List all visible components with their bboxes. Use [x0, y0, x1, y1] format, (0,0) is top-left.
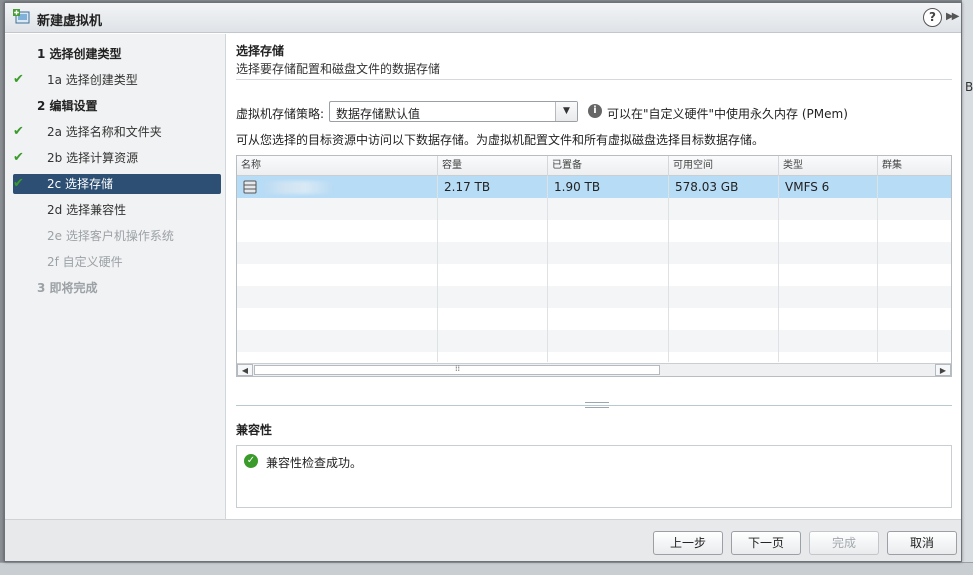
scroll-right-icon[interactable]: ▶	[935, 364, 951, 376]
column-header-cluster[interactable]: 群集	[878, 156, 951, 176]
compatibility-title: 兼容性	[236, 423, 273, 437]
dropdown-arrow-icon[interactable]: ▼	[555, 102, 577, 121]
finish-button: 完成	[809, 531, 879, 555]
storage-policy-value: 数据存储默认值	[336, 107, 421, 121]
scroll-left-icon[interactable]: ◀	[237, 364, 253, 376]
column-header-capacity[interactable]: 容量	[438, 156, 548, 176]
nav-step-2e: 2e 选择客户机操作系统	[13, 226, 221, 246]
horizontal-scrollbar[interactable]: ◀ ⁞⁞ ▶	[237, 363, 951, 376]
column-divider	[668, 176, 669, 362]
nav-step-label: 2b 选择计算资源	[47, 151, 139, 165]
back-button[interactable]: 上一步	[653, 531, 723, 555]
pmem-info-text: 可以在"自定义硬件"中使用永久内存 (PMem)	[607, 107, 848, 121]
nav-step-3: 3 即将完成	[13, 278, 221, 298]
page-description: 选择要存储配置和磁盘文件的数据存储	[236, 62, 441, 76]
nav-step-1[interactable]: 1 选择创建类型	[13, 44, 221, 64]
info-icon: i	[588, 104, 602, 118]
column-divider	[437, 176, 438, 362]
next-button[interactable]: 下一页	[731, 531, 801, 555]
storage-policy-select[interactable]: 数据存储默认值 ▼	[329, 101, 578, 122]
cell-capacity: 2.17 TB	[444, 180, 491, 194]
background-scrollbar	[0, 562, 973, 575]
nav-step-2a[interactable]: ✔ 2a 选择名称和文件夹	[13, 122, 221, 142]
column-divider	[547, 176, 548, 362]
cell-cluster	[878, 176, 884, 198]
nav-step-label: 2d 选择兼容性	[47, 203, 127, 217]
expand-icon[interactable]: ▶▶	[946, 11, 959, 22]
empty-row	[237, 264, 951, 286]
empty-row	[237, 242, 951, 264]
table-row[interactable]: 2.17 TB 1.90 TB 578.03 GB VMFS 6	[237, 176, 951, 198]
check-icon: ✔	[13, 72, 24, 87]
datastore-icon	[243, 180, 257, 194]
header-divider	[236, 79, 952, 80]
nav-step-label: 1a 选择创建类型	[47, 73, 138, 87]
compatibility-message: 兼容性检查成功。	[266, 456, 363, 470]
table-header: 名称 容量 已置备 可用空间 类型 群集	[237, 156, 951, 176]
datastore-table: 名称 容量 已置备 可用空间 类型 群集 2.17 TB 1.90 TB 578…	[236, 155, 952, 377]
nav-step-label: 2a 选择名称和文件夹	[47, 125, 162, 139]
new-vm-icon	[13, 9, 30, 24]
check-icon: ✔	[13, 150, 24, 165]
storage-policy-label: 虚拟机存储策略:	[236, 107, 325, 121]
help-icon[interactable]: ?	[923, 8, 942, 27]
column-header-name[interactable]: 名称	[237, 156, 438, 176]
datastore-access-note: 可从您选择的目标资源中访问以下数据存储。为虚拟机配置文件和所有虚拟磁盘选择目标数…	[236, 133, 765, 147]
empty-row	[237, 286, 951, 308]
nav-step-label: 1 选择创建类型	[37, 47, 122, 61]
cell-free: 578.03 GB	[675, 180, 739, 194]
nav-step-label: 3 即将完成	[37, 281, 98, 295]
nav-step-label: 2 编辑设置	[37, 99, 98, 113]
nav-step-2f: 2f 自定义硬件	[13, 252, 221, 272]
datastore-name	[263, 181, 333, 194]
column-header-provisioned[interactable]: 已置备	[548, 156, 669, 176]
background-app: B	[962, 0, 973, 575]
wizard-content: 选择存储 选择要存储配置和磁盘文件的数据存储 虚拟机存储策略: 数据存储默认值 …	[227, 34, 961, 519]
check-icon: ✔	[13, 176, 24, 191]
column-divider	[877, 176, 878, 362]
page-title: 选择存储	[236, 44, 285, 58]
nav-step-2b[interactable]: ✔ 2b 选择计算资源	[13, 148, 221, 168]
nav-step-label: 2e 选择客户机操作系统	[47, 229, 174, 243]
nav-step-2c[interactable]: ✔ 2c 选择存储	[13, 174, 221, 194]
nav-step-label: 2f 自定义硬件	[47, 255, 123, 269]
empty-row	[237, 198, 951, 220]
cancel-button[interactable]: 取消	[887, 531, 957, 555]
dialog-titlebar: 新建虚拟机 ? ▶▶	[5, 3, 961, 33]
empty-row	[237, 308, 951, 330]
nav-step-2[interactable]: 2 编辑设置	[13, 96, 221, 116]
empty-row	[237, 220, 951, 242]
column-header-type[interactable]: 类型	[779, 156, 878, 176]
column-header-free[interactable]: 可用空间	[669, 156, 779, 176]
scrollbar-thumb[interactable]: ⁞⁞	[254, 364, 660, 375]
cell-type: VMFS 6	[785, 180, 830, 194]
nav-step-1a[interactable]: ✔ 1a 选择创建类型	[13, 70, 221, 90]
column-divider	[778, 176, 779, 362]
check-icon: ✔	[13, 124, 24, 139]
wizard-nav: 1 选择创建类型 ✔ 1a 选择创建类型 2 编辑设置 ✔ 2a 选择名称和文件…	[5, 34, 226, 519]
success-check-icon: ✓	[244, 454, 258, 468]
dialog-footer: 上一步 下一页 完成 取消	[5, 519, 961, 561]
new-vm-dialog: 新建虚拟机 ? ▶▶ 1 选择创建类型 ✔ 1a 选择创建类型 2 编辑设置 ✔…	[4, 2, 962, 562]
dialog-title: 新建虚拟机	[37, 14, 103, 29]
empty-row	[237, 330, 951, 352]
cell-provisioned: 1.90 TB	[554, 180, 601, 194]
background-text: B	[965, 80, 973, 94]
nav-step-2d[interactable]: 2d 选择兼容性	[13, 200, 221, 220]
nav-step-label: 2c 选择存储	[47, 177, 114, 191]
grip-icon: ⁞⁞	[455, 364, 461, 373]
compatibility-panel: ✓ 兼容性检查成功。	[236, 445, 952, 508]
splitter-grip-icon[interactable]	[585, 402, 609, 408]
